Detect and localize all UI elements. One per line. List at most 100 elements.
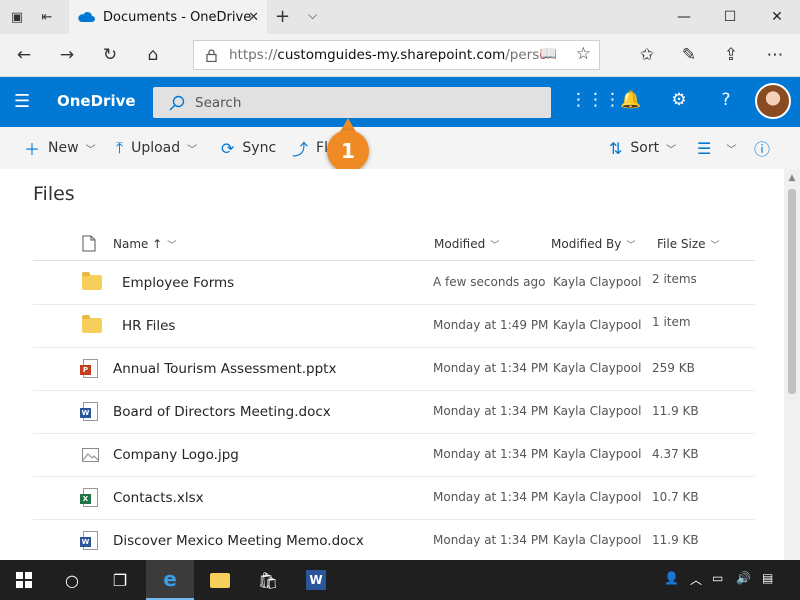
table-row[interactable]: Employee Forms A few seconds ago Kayla C… bbox=[33, 262, 755, 305]
store-icon[interactable]: 🛍 bbox=[244, 560, 292, 600]
table-row[interactable]: W Discover Mexico Meeting Memo.docx Mond… bbox=[33, 520, 755, 560]
modified-date: Monday at 1:34 PM bbox=[433, 490, 549, 504]
sync-label: Sync bbox=[242, 140, 277, 156]
url-text: https://customguides-my.sharepoint.com/p… bbox=[229, 47, 549, 63]
file-name[interactable]: Company Logo.jpg bbox=[113, 447, 239, 463]
settings-gear-icon[interactable]: ⚙ bbox=[667, 90, 691, 110]
file-explorer-icon[interactable] bbox=[196, 560, 244, 600]
new-button[interactable]: ＋ New ﹀ bbox=[24, 127, 96, 169]
excel-file-icon: X bbox=[80, 488, 98, 507]
file-name[interactable]: Annual Tourism Assessment.pptx bbox=[113, 361, 336, 377]
file-size: 2 items bbox=[652, 272, 697, 286]
file-name[interactable]: Board of Directors Meeting.docx bbox=[113, 404, 331, 420]
favorite-star-icon[interactable]: ☆ bbox=[576, 44, 591, 64]
share-icon[interactable]: ⇪ bbox=[711, 34, 751, 76]
forward-arrow-icon[interactable]: → bbox=[47, 34, 87, 76]
column-header-name[interactable]: Name ↑ ﹀ bbox=[113, 237, 176, 251]
modified-by: Kayla Claypool bbox=[553, 490, 642, 504]
table-row[interactable]: Company Logo.jpg Monday at 1:34 PM Kayla… bbox=[33, 434, 755, 477]
action-center-icon[interactable]: ▤ bbox=[762, 571, 773, 585]
upload-label: Upload bbox=[131, 140, 181, 156]
search-input[interactable]: Search bbox=[195, 95, 241, 111]
sync-icon: ⟳ bbox=[221, 138, 235, 158]
file-name[interactable]: Contacts.xlsx bbox=[113, 490, 204, 506]
close-window-button[interactable]: ✕ bbox=[754, 0, 800, 34]
maximize-button[interactable]: ☐ bbox=[707, 0, 753, 34]
notifications-bell-icon[interactable]: 🔔 bbox=[619, 90, 643, 110]
column-header-modified-by[interactable]: Modified By ﹀ bbox=[551, 237, 635, 251]
word-app-icon[interactable]: W bbox=[292, 560, 340, 600]
web-note-pen-icon[interactable]: ✎ bbox=[669, 34, 709, 76]
plus-icon: ＋ bbox=[24, 140, 41, 159]
column-header-file-size[interactable]: File Size ﹀ bbox=[657, 237, 720, 251]
navigation-menu-icon[interactable]: ☰ bbox=[14, 91, 30, 112]
page-title: Files bbox=[33, 183, 75, 205]
more-options-icon[interactable]: ⋯ bbox=[755, 34, 795, 76]
file-size: 11.9 KB bbox=[652, 533, 699, 547]
table-row[interactable]: HR Files Monday at 1:49 PM Kayla Claypoo… bbox=[33, 305, 755, 348]
back-arrow-icon[interactable]: ← bbox=[4, 34, 44, 76]
file-name[interactable]: Discover Mexico Meeting Memo.docx bbox=[113, 533, 364, 549]
set-tabs-aside-icon[interactable]: ⇤ bbox=[32, 0, 62, 34]
person-icon[interactable]: 👤 bbox=[664, 571, 679, 585]
refresh-icon[interactable]: ↻ bbox=[90, 34, 130, 76]
home-icon[interactable]: ⌂ bbox=[133, 34, 173, 76]
task-view-icon[interactable]: ❐ bbox=[96, 560, 144, 600]
scroll-up-arrow-icon[interactable]: ▲ bbox=[784, 173, 800, 183]
table-row[interactable]: P Annual Tourism Assessment.pptx Monday … bbox=[33, 348, 755, 391]
sync-button[interactable]: ⟳ Sync bbox=[221, 127, 276, 169]
avatar[interactable] bbox=[755, 83, 791, 119]
reading-view-icon[interactable]: 📖 bbox=[540, 46, 557, 62]
help-icon[interactable]: ? bbox=[714, 90, 738, 110]
browser-tab[interactable]: Documents - OneDrive ✕ bbox=[69, 0, 267, 34]
cortana-search-icon[interactable]: ○ bbox=[48, 560, 96, 600]
search-box[interactable]: Search bbox=[153, 87, 551, 118]
modified-by: Kayla Claypool bbox=[553, 318, 642, 332]
network-icon[interactable]: ▭ bbox=[712, 571, 723, 585]
word-file-icon: W bbox=[80, 531, 98, 550]
chevron-down-icon: ﹀ bbox=[666, 144, 677, 156]
tab-actions-icon[interactable]: ▣ bbox=[2, 0, 32, 34]
upload-button[interactable]: ⤒ Upload ﹀ bbox=[116, 127, 197, 169]
files-pane: Files Name ↑ ﹀ Modified ﹀ Modified By ﹀ Fil… bbox=[0, 169, 784, 560]
file-name[interactable]: HR Files bbox=[122, 318, 175, 334]
step-callout-badge: 1 bbox=[327, 130, 369, 172]
info-pane-button[interactable]: ⓘ bbox=[754, 127, 778, 169]
tab-list-chevron-icon[interactable]: ⌵ bbox=[308, 8, 317, 23]
column-header-modified[interactable]: Modified ﹀ bbox=[434, 237, 499, 251]
scrollbar-thumb[interactable] bbox=[788, 189, 796, 394]
modified-by: Kayla Claypool bbox=[553, 533, 642, 547]
sort-label: Sort bbox=[630, 140, 660, 156]
table-row[interactable]: W Board of Directors Meeting.docx Monday… bbox=[33, 391, 755, 434]
browser-nav-bar: ← → ↻ ⌂ https://customguides-my.sharepoi… bbox=[0, 34, 800, 77]
new-tab-icon[interactable]: + bbox=[275, 6, 290, 27]
sort-button[interactable]: ⇅ Sort ﹀ bbox=[609, 127, 676, 169]
app-name[interactable]: OneDrive bbox=[57, 92, 136, 110]
start-windows-icon[interactable] bbox=[0, 560, 48, 600]
tab-title: Documents - OneDrive bbox=[103, 9, 252, 25]
volume-icon[interactable]: 🔊 bbox=[736, 571, 751, 585]
favorites-hub-icon[interactable]: ✩ bbox=[627, 34, 667, 76]
file-type-header-icon[interactable] bbox=[82, 235, 96, 252]
minimize-button[interactable]: — bbox=[661, 0, 707, 34]
address-bar[interactable]: https://customguides-my.sharepoint.com/p… bbox=[193, 40, 600, 70]
app-launcher-icon[interactable]: ⋮⋮⋮ bbox=[570, 90, 621, 110]
view-options-button[interactable]: ☰ ﹀ bbox=[697, 127, 736, 169]
onedrive-suite-bar: ☰ OneDrive Search ⋮⋮⋮ 🔔 ⚙ ? bbox=[0, 77, 800, 127]
edge-browser-icon[interactable]: e bbox=[146, 560, 194, 600]
vertical-scrollbar[interactable]: ▲ bbox=[784, 169, 800, 560]
command-bar: ＋ New ﹀ ⤒ Upload ﹀ ⟳ Sync ⤴ Fl ⇅ Sort ﹀ … bbox=[0, 127, 800, 169]
sort-icon: ⇅ bbox=[609, 138, 623, 158]
tab-close-icon[interactable]: ✕ bbox=[248, 10, 259, 25]
new-label: New bbox=[48, 140, 79, 156]
flow-button[interactable]: ⤴ Fl bbox=[292, 127, 328, 169]
list-view-icon: ☰ bbox=[697, 138, 712, 158]
file-name[interactable]: Employee Forms bbox=[122, 275, 234, 291]
flow-icon: ⤴ bbox=[292, 140, 309, 159]
show-hidden-icons-chevron-icon[interactable]: ︿ bbox=[690, 571, 702, 588]
file-size: 11.9 KB bbox=[652, 404, 699, 418]
modified-by: Kayla Claypool bbox=[553, 404, 642, 418]
table-row[interactable]: X Contacts.xlsx Monday at 1:34 PM Kayla … bbox=[33, 477, 755, 520]
file-size: 1 item bbox=[652, 315, 691, 329]
word-file-icon: W bbox=[80, 402, 98, 421]
